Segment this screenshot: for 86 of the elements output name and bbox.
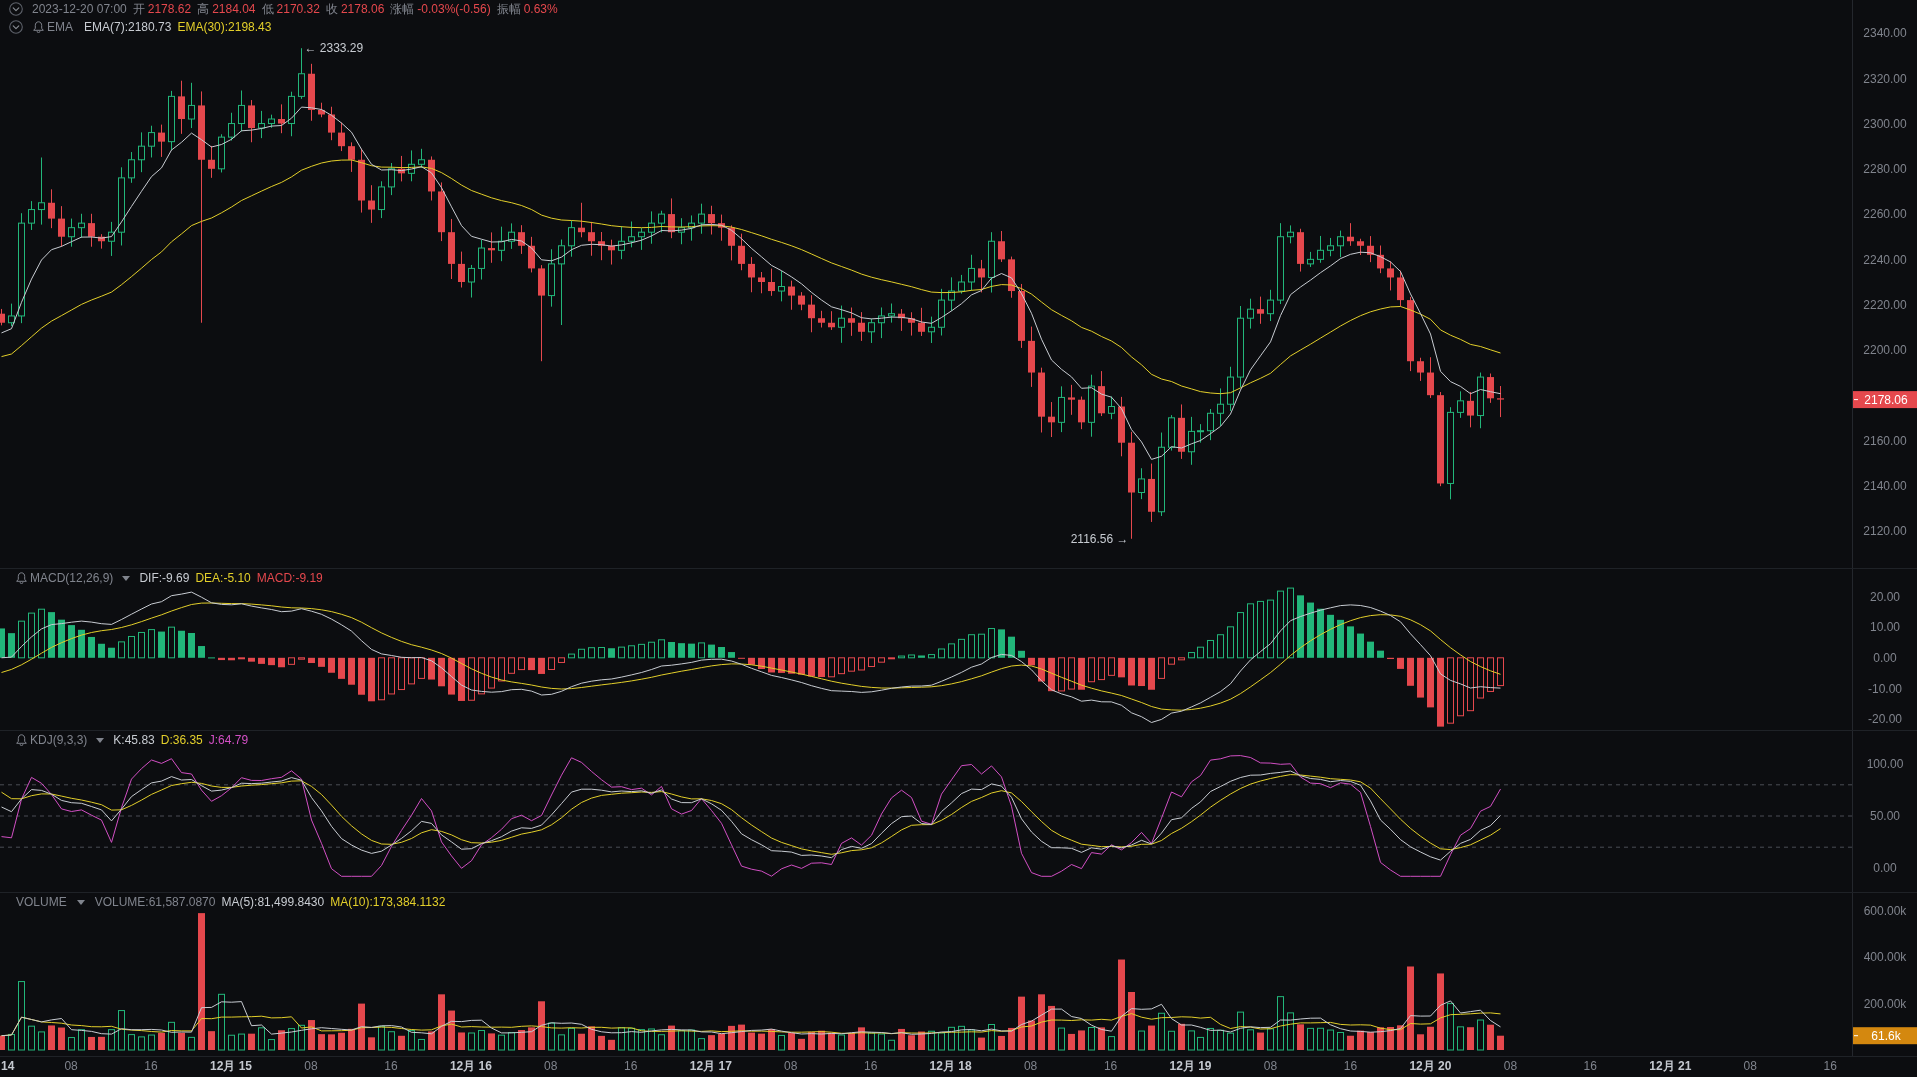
axis-label: 2340.00: [1863, 26, 1907, 41]
time-axis-label: 12月 19: [1169, 1059, 1212, 1073]
indicator-value: D:36.35: [160, 732, 203, 749]
time-axis-label: 12月 18: [929, 1059, 972, 1073]
time-axis-label: 12月 20: [1409, 1059, 1452, 1073]
field-label: 低: [261, 1, 274, 18]
field-label: 高: [197, 1, 210, 18]
time-axis-label: 16: [1103, 1059, 1118, 1073]
indicator-name: EMA: [47, 19, 73, 36]
high-price-marker: ← 2333.29: [304, 41, 364, 56]
time-axis-label: 16: [1823, 1059, 1837, 1073]
bell-icon[interactable]: [16, 572, 27, 584]
indicator-value: DEA:-5.10: [195, 570, 251, 587]
axis-label: 2220.00: [1863, 297, 1907, 312]
indicator-value: EMA(7):2180.73: [84, 19, 172, 36]
time-axis-label: 12月 17: [689, 1059, 732, 1073]
indicator-value: J:64.79: [208, 732, 249, 749]
axis-label: -20.00: [1868, 712, 1902, 727]
indicator-value: MA(10):173,384.1132: [330, 894, 446, 911]
axis-label: 2160.00: [1863, 433, 1907, 448]
time-axis-label: 08: [304, 1059, 318, 1073]
time-axis-label: 08: [1263, 1059, 1278, 1073]
time-axis-label: 16: [1343, 1059, 1358, 1073]
axis-label: 600.00k: [1863, 904, 1907, 918]
indicator-name: VOLUME: [16, 894, 67, 911]
indicator-value: MACD:-9.19: [256, 570, 323, 587]
axis-label: 100.00: [1866, 757, 1904, 772]
indicator-value: K:45.83: [113, 732, 155, 749]
field-value: 2170.32: [276, 1, 320, 18]
axis-label: 20.00: [1870, 589, 1900, 604]
axis-label: 2260.00: [1863, 207, 1907, 222]
field-label: 收: [325, 1, 338, 18]
time-axis-label: 16: [144, 1059, 158, 1073]
indicator-value: VOLUME:61,587.0870: [94, 894, 216, 911]
time-axis-label: 08: [1743, 1059, 1757, 1073]
time-axis-label: 16: [864, 1059, 878, 1073]
axis-label: 0.00: [1873, 861, 1897, 876]
axis-label: -10.00: [1868, 681, 1902, 696]
field-label: 振幅: [496, 1, 521, 18]
axis-label: 2320.00: [1863, 71, 1907, 86]
indicator-value: EMA(30):2198.43: [177, 19, 272, 36]
bell-icon[interactable]: [16, 734, 27, 746]
axis-label: 2140.00: [1863, 478, 1907, 493]
caret-down-icon[interactable]: [122, 575, 131, 581]
time-axis-label: 16: [1583, 1059, 1597, 1073]
axis-label: 2280.00: [1863, 162, 1907, 176]
caret-down-icon[interactable]: [96, 737, 105, 743]
field-value: 2184.04: [212, 1, 256, 18]
field-value: 2178.62: [147, 1, 192, 18]
indicator-name: KDJ(9,3,3): [30, 732, 88, 749]
axis-label: 10.00: [1870, 620, 1900, 635]
field-label: 开: [132, 1, 145, 18]
field-label: 涨幅: [390, 1, 415, 18]
axis-label: 2300.00: [1863, 116, 1907, 131]
chevron-circle-icon[interactable]: [9, 2, 23, 16]
axis-label: 200.00k: [1863, 996, 1907, 1011]
caret-down-icon[interactable]: [76, 899, 85, 905]
time-axis-label: 12月 21: [1649, 1059, 1692, 1073]
bell-icon[interactable]: [33, 21, 44, 33]
time-axis-label: 16: [624, 1059, 638, 1073]
field-value: 0.63%: [523, 1, 558, 18]
last-price-tag: 2178.06: [1853, 391, 1917, 409]
axis-label: 2240.00: [1863, 252, 1907, 267]
field-value: -0.03%(-0.56): [417, 1, 491, 18]
time-axis-label: 08: [1023, 1059, 1038, 1073]
field-value: 2178.06: [340, 1, 385, 18]
axis-label: 400.00k: [1863, 950, 1907, 965]
time-axis-label: 08: [544, 1059, 558, 1073]
time-axis-label: 08: [784, 1059, 798, 1073]
axis-label: 50.00: [1870, 809, 1900, 824]
time-axis-label: 14: [1, 1059, 15, 1073]
time-axis-label: 12月 16: [449, 1059, 492, 1073]
time-axis-label: 12月 15: [210, 1059, 252, 1073]
time-axis-label: 08: [64, 1059, 78, 1073]
last-volume-tag: 61.6k: [1853, 1027, 1917, 1045]
low-price-marker: 2116.56 →: [1070, 531, 1129, 546]
axis-label: 0.00: [1873, 651, 1897, 665]
indicator-value: DIF:-9.69: [139, 570, 190, 587]
time-axis-label: 16: [384, 1059, 398, 1073]
indicator-value: MA(5):81,499.8430: [221, 894, 325, 911]
chevron-circle-icon[interactable]: [9, 20, 23, 34]
axis-label: 2200.00: [1863, 343, 1907, 358]
time-axis-label: 08: [1503, 1059, 1518, 1073]
timestamp-text: 2023-12-20 07:00: [32, 1, 127, 18]
indicator-name: MACD(12,26,9): [30, 570, 114, 587]
axis-label: 2120.00: [1863, 524, 1907, 539]
